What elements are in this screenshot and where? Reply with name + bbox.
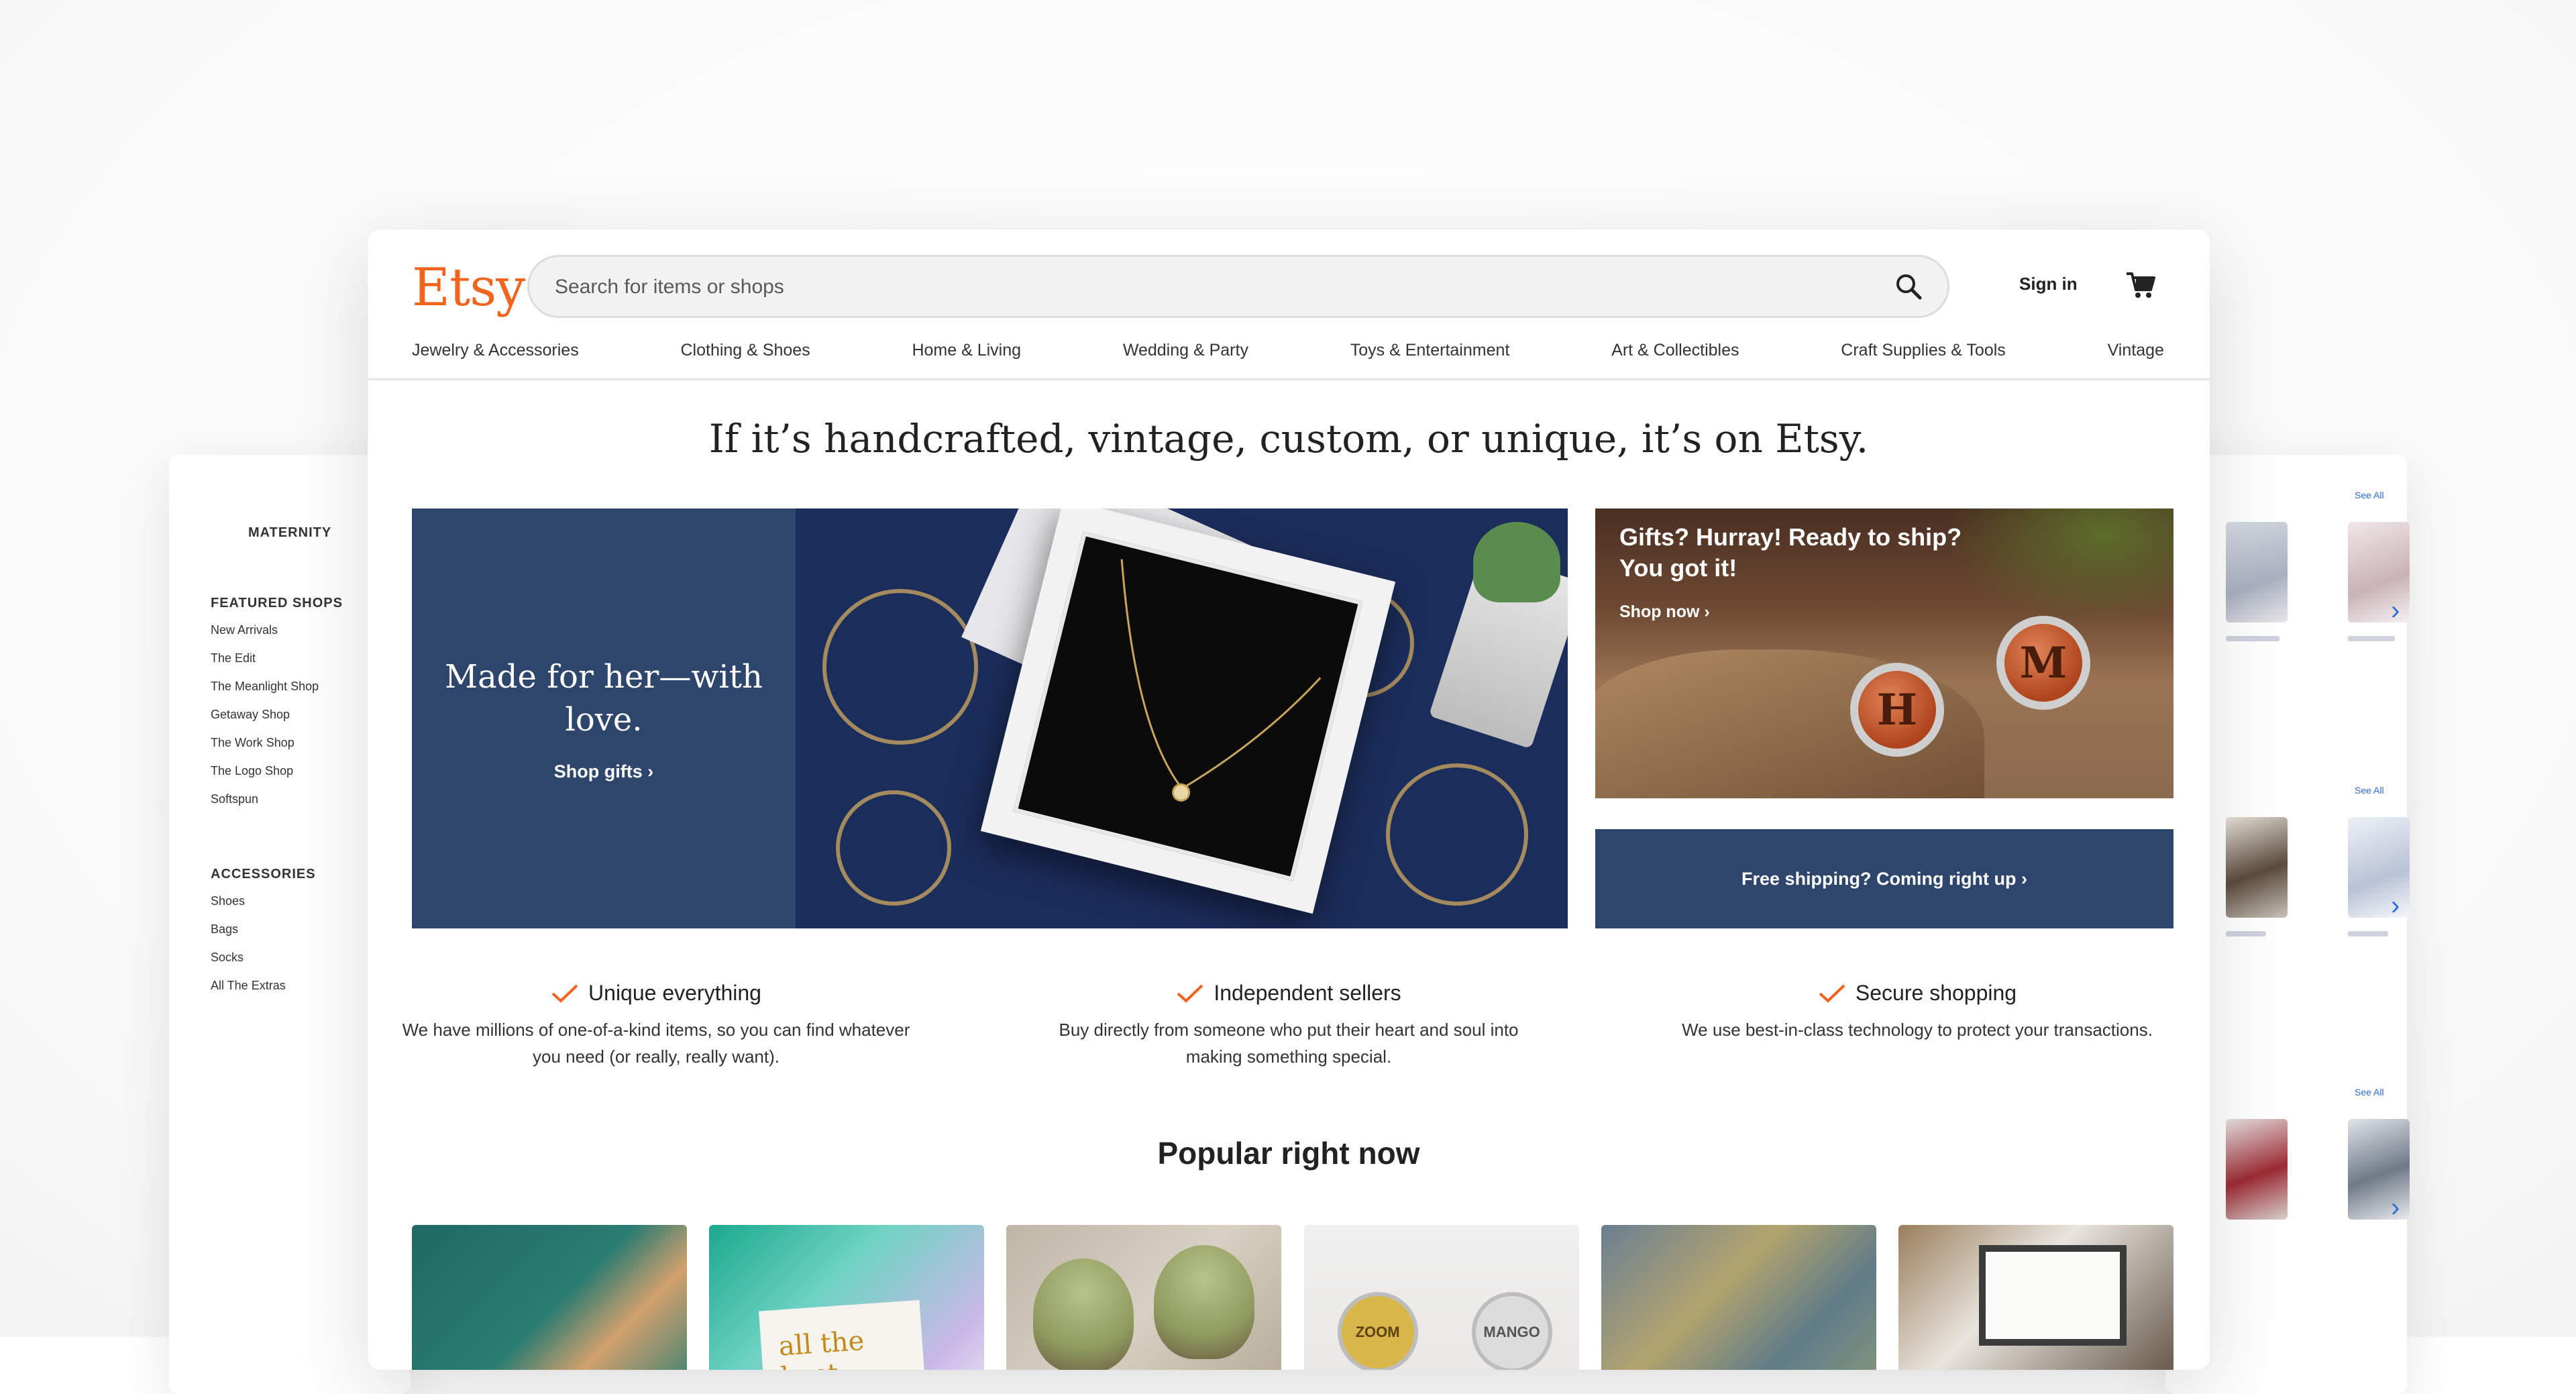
featured-item-softspun[interactable]: Softspun xyxy=(211,785,319,813)
hero-title: Made for her—with love. xyxy=(445,657,763,739)
see-all-link[interactable]: See All xyxy=(2355,785,2384,796)
ready-to-ship-promo[interactable]: Gifts? Hurray! Ready to ship? You got it… xyxy=(1595,508,2174,798)
search-icon[interactable] xyxy=(1894,272,1923,301)
value-prop-title: Secure shopping xyxy=(1855,981,2017,1005)
shop-now-link[interactable]: Shop now › xyxy=(1619,602,1710,622)
accessories-item-bags[interactable]: Bags xyxy=(211,915,286,943)
category-clothing[interactable]: Clothing & Shoes xyxy=(680,341,810,360)
chevron-right-icon[interactable]: › xyxy=(2391,1193,2400,1223)
page-tagline: If it’s handcrafted, vintage, custom, or… xyxy=(708,416,1869,462)
featured-item-new-arrivals[interactable]: New Arrivals xyxy=(211,616,319,644)
value-prop-body: We use best-in-class technology to prote… xyxy=(1682,1019,2153,1040)
category-toys[interactable]: Toys & Entertainment xyxy=(1350,341,1510,360)
popular-item-tile[interactable] xyxy=(1898,1225,2174,1370)
hero-necklace-image xyxy=(796,508,1568,928)
paisley-pattern xyxy=(1386,763,1528,906)
promo-title: Gifts? Hurray! Ready to ship? You got it… xyxy=(1619,523,1962,582)
pet-tag-zoom: ZOOM xyxy=(1337,1292,1418,1370)
value-prop-independent: Independent sellers Buy directly from so… xyxy=(1034,981,1544,1070)
category-nav: Jewelry & Accessories Clothing & Shoes H… xyxy=(412,341,2164,360)
see-all-link[interactable]: See All xyxy=(2355,490,2384,500)
popular-heading: Popular right now xyxy=(1157,1136,1420,1171)
value-prop-body: Buy directly from someone who put their … xyxy=(1059,1019,1519,1067)
cart-icon[interactable] xyxy=(2124,268,2157,301)
featured-shops-list: New Arrivals The Edit The Meanlight Shop… xyxy=(211,616,319,813)
sign-in-link[interactable]: Sign in xyxy=(2019,274,2078,294)
accessories-heading: ACCESSORIES xyxy=(211,867,316,881)
accessories-item-socks[interactable]: Socks xyxy=(211,943,286,971)
crochet-toy xyxy=(1033,1258,1134,1370)
value-prop-body: We have millions of one-of-a-kind items,… xyxy=(402,1019,910,1067)
greeting-card: all the best xyxy=(759,1299,928,1370)
greeting-card-text: all the best xyxy=(777,1325,865,1370)
popular-item-tile[interactable]: all the best xyxy=(709,1225,985,1370)
picture-frame xyxy=(1978,1245,2127,1346)
free-shipping-banner[interactable]: Free shipping? Coming right up › xyxy=(1595,829,2174,928)
paisley-pattern xyxy=(836,790,951,906)
product-thumbnail[interactable] xyxy=(2226,522,2288,623)
price-placeholder xyxy=(2226,931,2266,936)
crochet-toy xyxy=(1154,1245,1255,1359)
accessories-list: Shoes Bags Socks All The Extras xyxy=(211,887,286,1000)
accessories-item-extras[interactable]: All The Extras xyxy=(211,971,286,1000)
value-prop-unique: Unique everything We have millions of on… xyxy=(401,981,911,1070)
featured-item-work-shop[interactable]: The Work Shop xyxy=(211,729,319,757)
product-thumbnail[interactable] xyxy=(2348,1119,2410,1220)
shop-gifts-link[interactable]: Shop gifts › xyxy=(554,761,653,782)
category-jewelry[interactable]: Jewelry & Accessories xyxy=(412,341,579,360)
hero-text-panel: Made for her—with love. Shop gifts › xyxy=(412,508,796,928)
category-art[interactable]: Art & Collectibles xyxy=(1611,341,1739,360)
popular-item-tile[interactable] xyxy=(1601,1225,1876,1370)
popular-items-row: all the best ZOOM MANGO xyxy=(412,1225,2174,1370)
product-thumbnail[interactable] xyxy=(2348,522,2410,623)
value-prop-title: Independent sellers xyxy=(1214,981,1401,1005)
necklace-icon xyxy=(1120,559,1322,802)
browser-window: Etsy Sign in Jewelry & Accessories Cloth… xyxy=(368,229,2210,1370)
featured-item-the-edit[interactable]: The Edit xyxy=(211,644,319,672)
chevron-right-icon[interactable]: › xyxy=(2391,891,2400,921)
maternity-title: MATERNITY xyxy=(248,525,332,540)
category-wedding-party[interactable]: Wedding & Party xyxy=(1123,341,1248,360)
category-home-living[interactable]: Home & Living xyxy=(912,341,1021,360)
featured-item-getaway-shop[interactable]: Getaway Shop xyxy=(211,700,319,729)
product-thumbnail[interactable] xyxy=(2226,1119,2288,1220)
cufflink-h: H xyxy=(1850,663,1944,757)
see-all-link[interactable]: See All xyxy=(2355,1087,2384,1097)
nav-divider xyxy=(368,378,2210,380)
check-icon xyxy=(1177,984,1203,1003)
paisley-pattern xyxy=(822,589,978,745)
jewelry-box-insert xyxy=(1013,531,1363,881)
check-icon xyxy=(1819,984,1845,1003)
value-prop-title: Unique everything xyxy=(588,981,761,1005)
product-thumbnail[interactable] xyxy=(2226,817,2288,918)
check-icon xyxy=(551,984,578,1003)
price-placeholder xyxy=(2226,636,2279,641)
category-vintage[interactable]: Vintage xyxy=(2108,341,2164,360)
plant-leaf xyxy=(1473,522,1560,602)
accessories-item-shoes[interactable]: Shoes xyxy=(211,887,286,915)
search-bar xyxy=(527,255,1949,318)
featured-item-logo-shop[interactable]: The Logo Shop xyxy=(211,757,319,785)
popular-item-tile[interactable]: ZOOM MANGO xyxy=(1303,1225,1579,1370)
popular-item-tile[interactable] xyxy=(1006,1225,1282,1370)
product-thumbnail[interactable] xyxy=(2348,817,2410,918)
etsy-logo[interactable]: Etsy xyxy=(412,258,525,318)
chevron-right-icon[interactable]: › xyxy=(2391,596,2400,626)
category-craft-supplies[interactable]: Craft Supplies & Tools xyxy=(1841,341,2006,360)
pet-tag-mango: MANGO xyxy=(1471,1292,1552,1370)
value-prop-secure: Secure shopping We use best-in-class tec… xyxy=(1662,981,2172,1043)
hero-banner[interactable]: Made for her—with love. Shop gifts › xyxy=(412,508,1568,928)
popular-item-tile[interactable] xyxy=(412,1225,687,1370)
cufflink-m: M xyxy=(1996,616,2090,710)
featured-item-meanlight-shop[interactable]: The Meanlight Shop xyxy=(211,672,319,700)
search-input[interactable] xyxy=(553,257,1831,317)
featured-shops-heading: FEATURED SHOPS xyxy=(211,596,343,610)
price-placeholder xyxy=(2348,636,2395,641)
price-placeholder xyxy=(2348,931,2388,936)
